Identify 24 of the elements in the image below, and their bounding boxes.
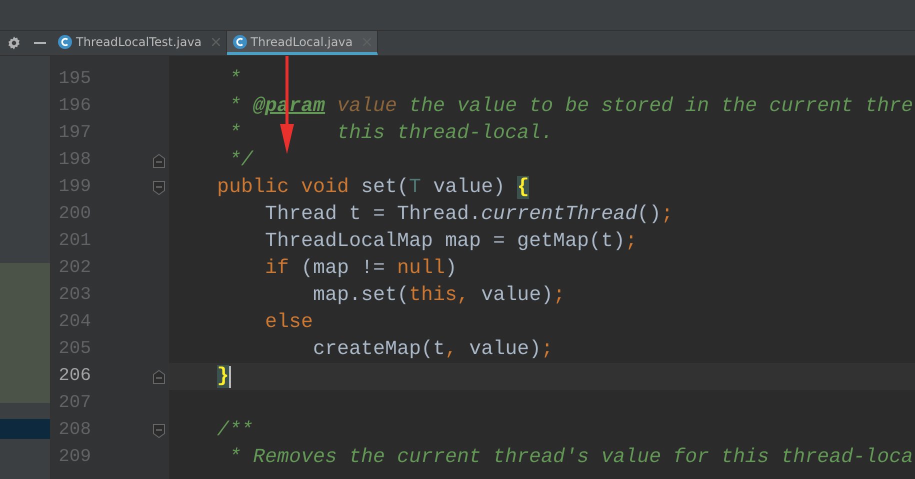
code-line: map.set(this, value);: [312, 284, 566, 307]
settings-icon[interactable]: [6, 36, 20, 50]
class-icon: [232, 34, 247, 48]
text-caret: [229, 366, 232, 388]
code-line: ThreadLocalMap map = getMap(t);: [264, 230, 638, 253]
code-line: public void set(T value) {: [217, 176, 530, 199]
line-number: 206: [58, 365, 92, 388]
code-line: * Removes the current thread's value for this thread-loca: [228, 446, 914, 469]
file-tab[interactable]: ThreadLocal.java: [226, 31, 378, 55]
fold-marker-icon[interactable]: [153, 424, 165, 438]
code-line: */: [228, 149, 254, 172]
class-icon: [58, 34, 72, 48]
file-tab[interactable]: ThreadLocalTest.java: [52, 31, 227, 55]
code-line: Thread t = Thread.currentThread();: [264, 203, 674, 226]
code-line: /**: [217, 419, 254, 442]
fold-marker-icon[interactable]: [153, 154, 165, 168]
minimize-icon[interactable]: [34, 42, 46, 44]
code-line: createMap(t, value);: [312, 338, 554, 361]
code-line: *: [228, 68, 242, 91]
code-line: * this thread-local.: [228, 122, 554, 145]
fold-marker-icon[interactable]: [153, 370, 165, 384]
fold-marker-icon[interactable]: [153, 180, 165, 194]
code-line: if (map != null): [264, 257, 458, 280]
code-line: else: [264, 311, 314, 334]
